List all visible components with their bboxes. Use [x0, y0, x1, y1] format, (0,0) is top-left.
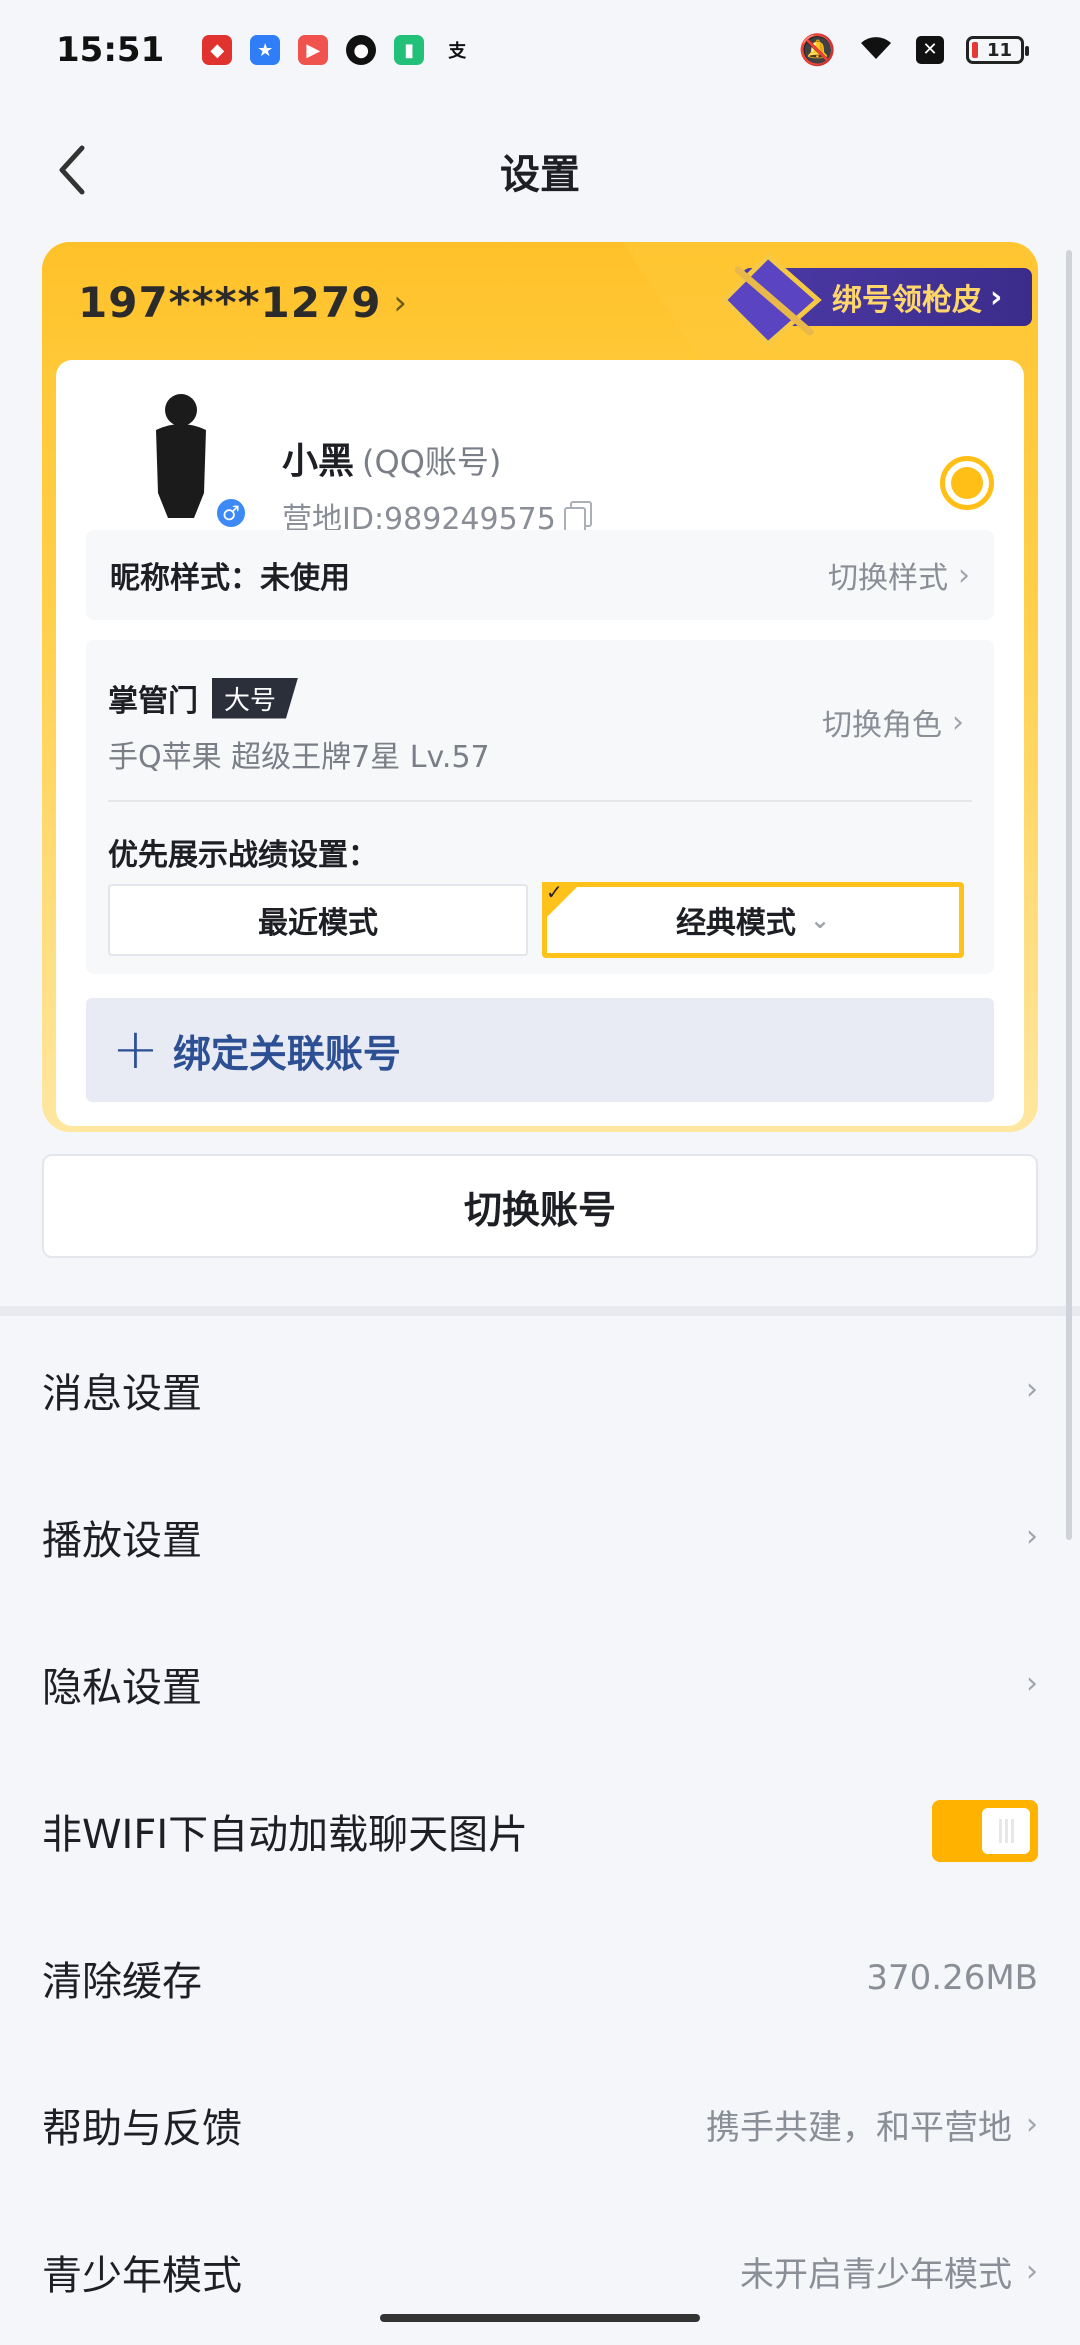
chevron-right-icon: ›: [1026, 1372, 1038, 1407]
role-name: 掌管门: [108, 684, 198, 719]
chevron-right-icon: ›: [1026, 2254, 1038, 2289]
check-icon: ✓: [542, 882, 582, 922]
phone-row[interactable]: 197****1279 ›: [78, 278, 407, 327]
cache-size: 370.26MB: [866, 1957, 1038, 1998]
chevron-right-icon: ›: [952, 704, 964, 740]
promo-label: 绑号领枪皮: [832, 283, 982, 318]
teen-mode-value: 未开启青少年模式: [740, 2255, 1012, 2295]
scrollbar[interactable]: [1066, 250, 1072, 1540]
recent-mode-label: 最近模式: [258, 906, 378, 941]
chevron-right-icon: ›: [393, 282, 408, 323]
setting-label: 播放设置: [42, 1517, 202, 1564]
setting-right: ›: [1026, 1519, 1038, 1554]
switch-account-label: 切换账号: [463, 1187, 616, 1232]
setting-label: 清除缓存: [42, 1958, 202, 2005]
avatar[interactable]: [126, 388, 236, 518]
toggle-knob: [982, 1807, 1030, 1854]
switch-style-link[interactable]: 切换样式 ›: [828, 553, 970, 597]
avatar-silhouette-icon: [156, 394, 206, 518]
sim-icon: ✕: [916, 36, 944, 64]
setting-label: 青少年模式: [42, 2252, 242, 2299]
nickname-line: 小黑 (QQ账号): [282, 432, 501, 484]
setting-label: 消息设置: [42, 1370, 202, 1417]
chevron-right-icon: ›: [1026, 1519, 1038, 1554]
role-box: 掌管门 大号 手Q苹果 超级王牌7星 Lv.57 切换角色 › 优先展示战绩设置…: [86, 640, 994, 974]
help-feedback-value: 携手共建，和平营地: [706, 2108, 1012, 2148]
main-account-tag: 大号: [212, 677, 299, 719]
setting-right: 携手共建，和平营地 ›: [706, 2100, 1038, 2149]
switch-account-button[interactable]: 切换账号: [42, 1154, 1038, 1258]
switch-role-label: 切换角色: [822, 708, 942, 743]
chevron-right-icon: ›: [1026, 1666, 1038, 1701]
account-card-inner: ♂ 小黑 (QQ账号) 营地ID:989249575 昵称样式：未使用 切换样式…: [56, 360, 1024, 1126]
setting-label: 隐私设置: [42, 1664, 202, 1711]
video-icon: ▶: [298, 35, 329, 65]
classic-mode-label: 经典模式: [675, 906, 796, 941]
setting-right: [932, 1799, 1038, 1862]
setting-row-clear-cache[interactable]: 清除缓存 370.26MB: [0, 1904, 1080, 2051]
status-right: 🔕 ✕ 11: [798, 31, 1029, 69]
wifi-icon: [858, 31, 894, 69]
battery-icon: 11: [966, 36, 1029, 64]
role-info: 手Q苹果 超级王牌7星 Lv.57: [108, 740, 490, 775]
setting-right: ›: [1026, 1666, 1038, 1701]
chevron-right-icon: ›: [990, 279, 1003, 315]
status-bar: 15:51 ◆ ★ ▶ ● ▮ 支 🔕 ✕ 11: [0, 0, 1080, 100]
copy-icon[interactable]: [563, 501, 592, 533]
nickname: 小黑: [282, 441, 355, 482]
setting-right: 370.26MB: [866, 1958, 1038, 1998]
setting-row-playback[interactable]: 播放设置 ›: [0, 1463, 1080, 1610]
bind-linked-account-label: 绑定关联账号: [172, 1031, 401, 1076]
page-title: 设置: [500, 152, 580, 198]
phone-number: 197****1279: [78, 278, 382, 327]
plus-icon: +: [112, 1017, 159, 1082]
mute-vibrate-icon: 🔕: [798, 32, 836, 68]
wechat-icon: ●: [346, 35, 377, 65]
switch-style-label: 切换样式: [828, 561, 948, 596]
battery-level: 11: [987, 39, 1013, 61]
recent-mode-button[interactable]: 最近模式: [108, 884, 528, 956]
gun-skin-icon: [720, 252, 822, 348]
status-time: 15:51: [56, 30, 165, 70]
male-gender-icon: ♂: [214, 496, 248, 530]
header: 设置: [0, 130, 1080, 210]
battery-app-icon: ▮: [394, 35, 425, 65]
setting-row-privacy[interactable]: 隐私设置 ›: [0, 1610, 1080, 1757]
setting-row-teen-mode[interactable]: 青少年模式 未开启青少年模式 ›: [0, 2198, 1080, 2345]
setting-right: ›: [1026, 1372, 1038, 1407]
role-name-line: 掌管门 大号: [108, 676, 299, 720]
chevron-down-icon: ⌄: [809, 906, 831, 934]
record-setting-label: 优先展示战绩设置：: [108, 838, 378, 873]
settings-list: 消息设置 › 播放设置 › 隐私设置 › 非WIFI下自动加载聊天图片 清除缓存…: [0, 1316, 1080, 2345]
app-star-icon: ★: [250, 35, 281, 65]
divider: [108, 800, 972, 802]
classic-mode-button[interactable]: ✓ 经典模式 ⌄: [542, 882, 964, 958]
auto-load-images-toggle[interactable]: [932, 1799, 1038, 1862]
chevron-right-icon: ›: [1026, 2107, 1038, 2142]
nickname-style-label: 昵称样式：未使用: [110, 561, 350, 596]
account-selected-radio[interactable]: [940, 456, 994, 510]
setting-row-auto-load-images: 非WIFI下自动加载聊天图片: [0, 1757, 1080, 1904]
chevron-right-icon: ›: [958, 557, 970, 593]
bind-linked-account-button[interactable]: + 绑定关联账号: [86, 998, 994, 1102]
setting-right: 未开启青少年模式 ›: [740, 2247, 1038, 2296]
account-type: (QQ账号): [362, 443, 502, 481]
switch-role-link[interactable]: 切换角色 ›: [822, 700, 964, 744]
notification-icons: ◆ ★ ▶ ● ▮ 支: [202, 35, 472, 65]
setting-label: 非WIFI下自动加载聊天图片: [42, 1811, 529, 1858]
home-indicator[interactable]: [380, 2314, 700, 2322]
nickname-style-row[interactable]: 昵称样式：未使用 切换样式 ›: [86, 530, 994, 620]
profile-row: ♂ 小黑 (QQ账号) 营地ID:989249575: [116, 388, 1024, 537]
setting-label: 帮助与反馈: [42, 2105, 242, 2152]
section-divider: [0, 1306, 1080, 1316]
setting-row-messages[interactable]: 消息设置 ›: [0, 1316, 1080, 1463]
app-shield-icon: ◆: [202, 35, 233, 65]
setting-row-help-feedback[interactable]: 帮助与反馈 携手共建，和平营地 ›: [0, 2051, 1080, 2198]
alipay-icon: 支: [448, 41, 467, 62]
